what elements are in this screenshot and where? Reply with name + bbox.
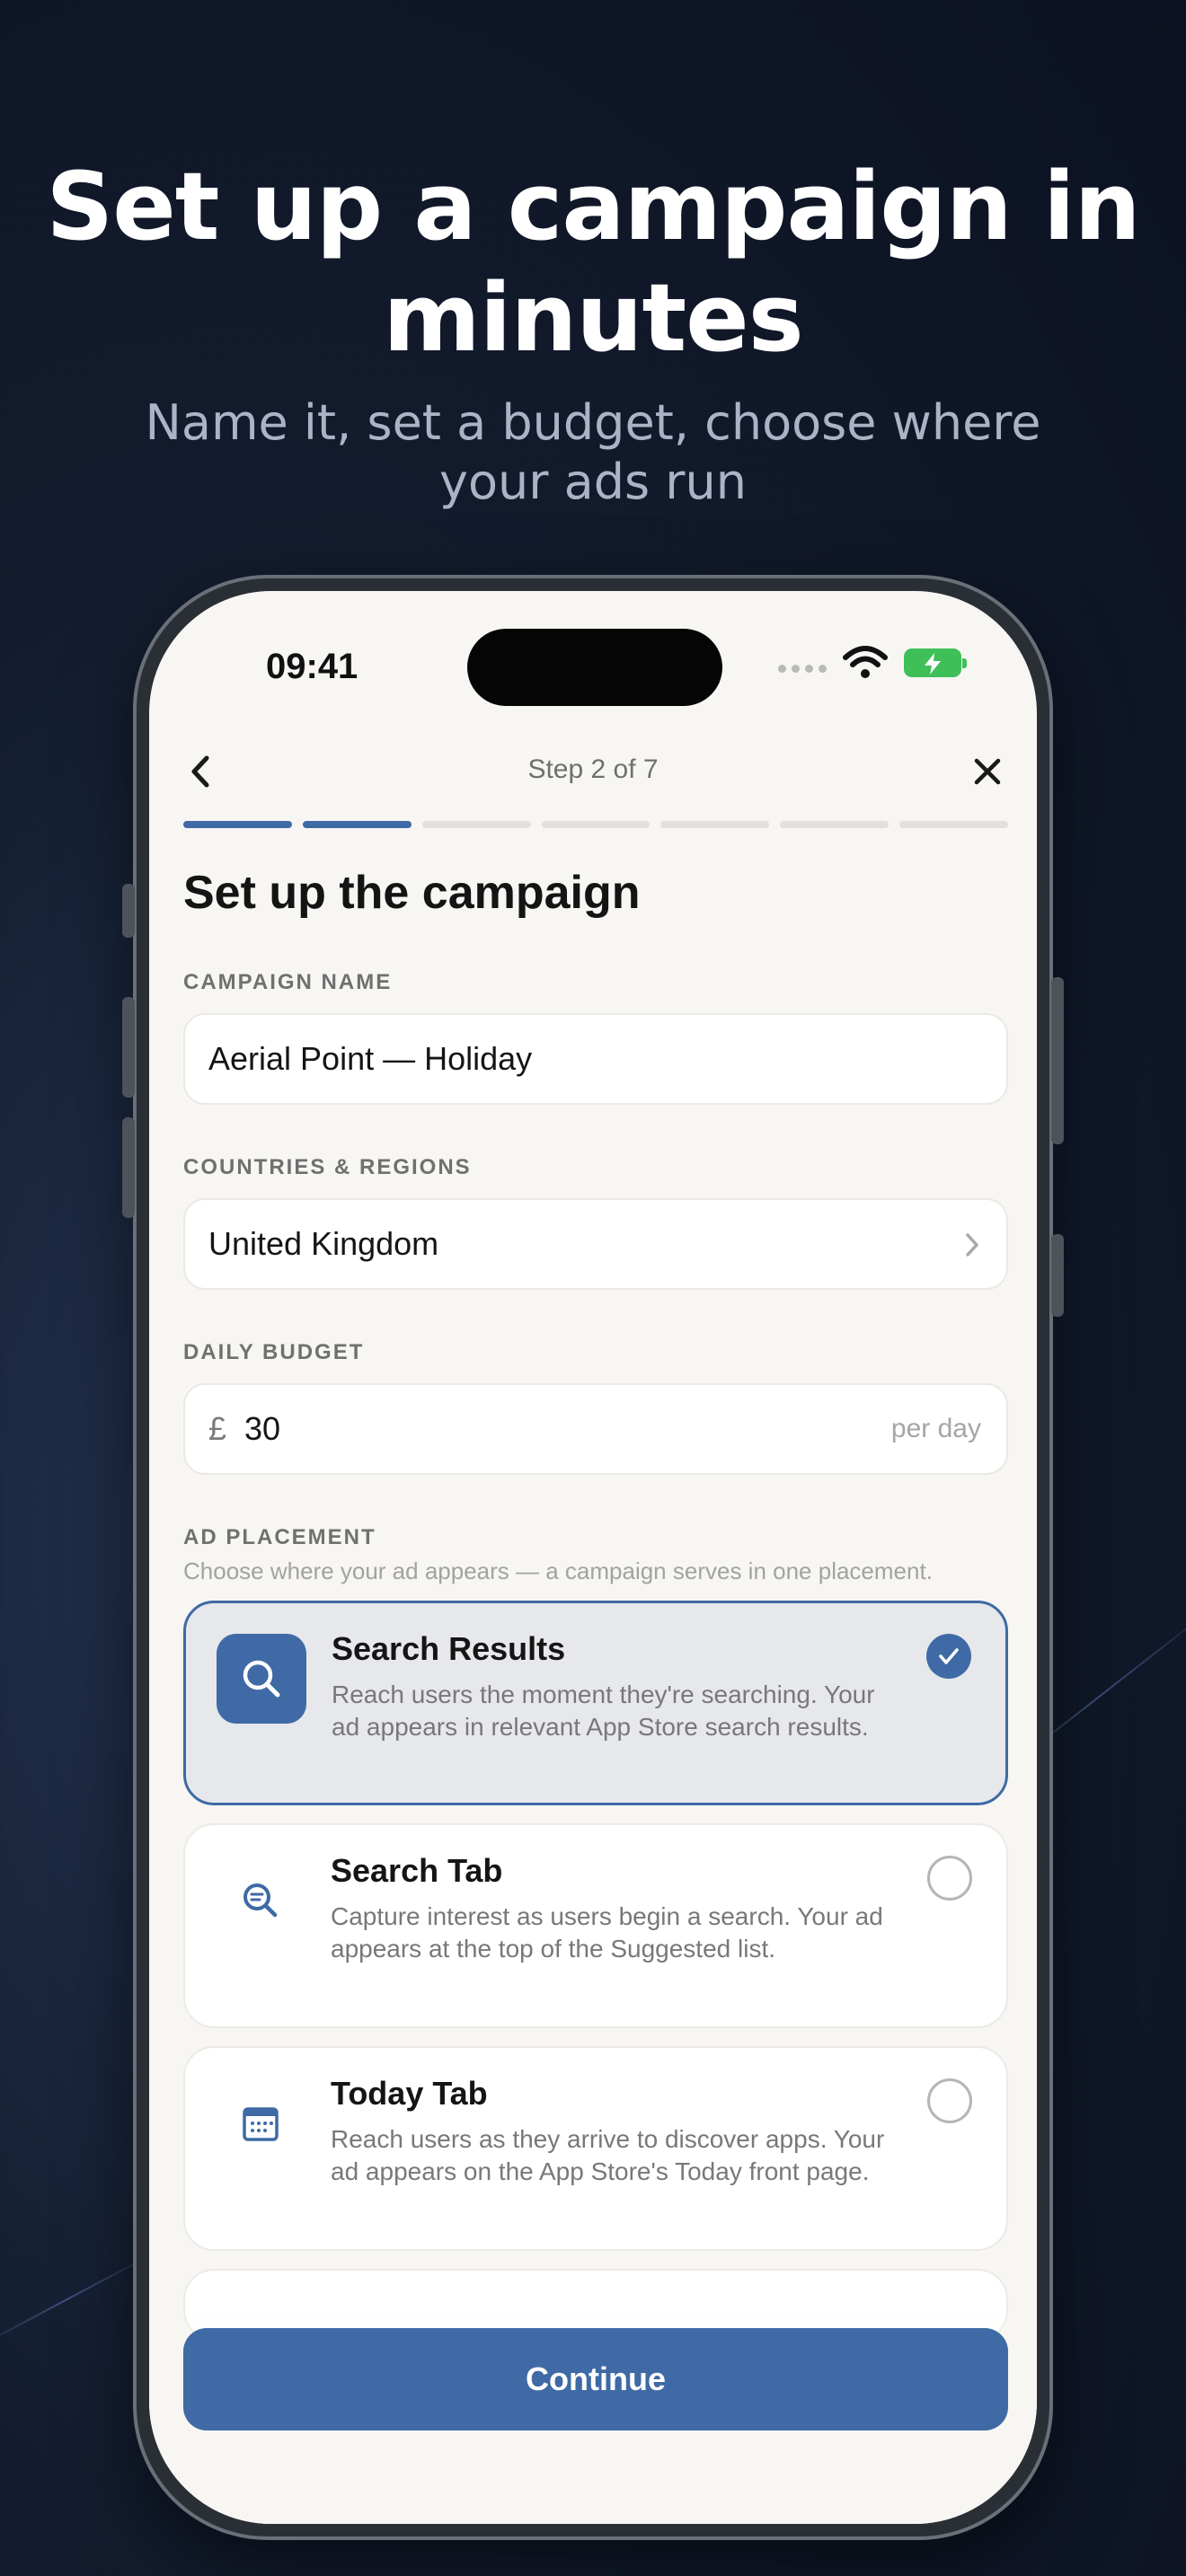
countries-select[interactable]: United Kingdom (183, 1198, 1008, 1290)
placement-option-search-tab[interactable]: Search Tab Capture interest as users beg… (183, 1823, 1008, 2028)
campaign-name-label: CAMPAIGN NAME (183, 970, 393, 994)
step-indicator: Step 2 of 7 (527, 754, 659, 784)
radio-unchecked[interactable] (927, 1856, 972, 1901)
power-button (1051, 977, 1064, 1144)
charging-bolt-icon (925, 653, 941, 675)
wifi-icon (843, 646, 888, 678)
checkmark-icon (939, 1648, 959, 1664)
app-screen: 09:41 Step 2 of 7 Set up the campaign CA… (149, 591, 1037, 2524)
budget-suffix: per day (890, 1414, 981, 1443)
countries-value: United Kingdom (208, 1225, 439, 1262)
progress-segment (541, 821, 651, 828)
page-title: Set up the campaign (183, 867, 641, 919)
currency-symbol: £ (208, 1410, 227, 1447)
progress-segment (302, 821, 412, 828)
status-time: 09:41 (266, 647, 358, 686)
placement-option-description: Capture interest as users begin a search… (331, 1902, 883, 1963)
action-button (122, 884, 135, 938)
radio-unchecked[interactable] (927, 2078, 972, 2123)
close-button[interactable] (970, 754, 1005, 789)
placement-option-title: Today Tab (331, 2075, 488, 2112)
placement-option-search-results[interactable]: Search Results Reach users the moment th… (183, 1601, 1008, 1805)
campaign-name-value: Aerial Point — Holiday (208, 1040, 533, 1077)
hero-subtitle: Name it, set a budget, choose where your… (145, 394, 1041, 510)
placement-option-today-tab[interactable]: Today Tab Reach users as they arrive to … (183, 2046, 1008, 2251)
chevron-right-icon (966, 1233, 978, 1257)
progress-segment (183, 821, 292, 828)
placement-option-description: Reach users as they arrive to discover a… (331, 2125, 885, 2185)
volume-down-button (122, 1117, 135, 1218)
ad-placement-label: AD PLACEMENT (183, 1525, 376, 1549)
hero-title: Set up a campaign in minutes (46, 152, 1140, 373)
placement-option-title: Search Results (332, 1630, 566, 1667)
progress-segment (780, 821, 890, 828)
campaign-name-input[interactable]: Aerial Point — Holiday (183, 1013, 1008, 1105)
step-progress-bar (183, 821, 1009, 828)
daily-budget-label: DAILY BUDGET (183, 1340, 365, 1364)
search-icon (217, 1634, 306, 1724)
dynamic-island (467, 629, 722, 706)
daily-budget-input[interactable]: £ 30 per day (183, 1383, 1008, 1475)
calendar-icon (216, 2078, 305, 2168)
progress-segment (899, 821, 1009, 828)
countries-label: COUNTRIES & REGIONS (183, 1155, 472, 1179)
progress-segment (660, 821, 770, 828)
continue-button[interactable]: Continue (183, 2328, 1008, 2430)
camera-control-button (1051, 1234, 1064, 1317)
placement-option-description: Reach users the moment they're searching… (332, 1681, 875, 1741)
phone-frame: 09:41 Step 2 of 7 Set up the campaign CA… (122, 575, 1064, 2540)
search-list-icon (216, 1856, 305, 1945)
battery-icon (904, 648, 967, 677)
cellular-signal-icon (778, 665, 827, 673)
daily-budget-value: 30 (244, 1410, 281, 1447)
placement-option-title: Search Tab (331, 1852, 503, 1889)
radio-checked[interactable] (926, 1634, 971, 1679)
volume-up-button (122, 997, 135, 1098)
ad-placement-helper: Choose where your ad appears — a campaig… (183, 1557, 933, 1584)
progress-segment (421, 821, 531, 828)
